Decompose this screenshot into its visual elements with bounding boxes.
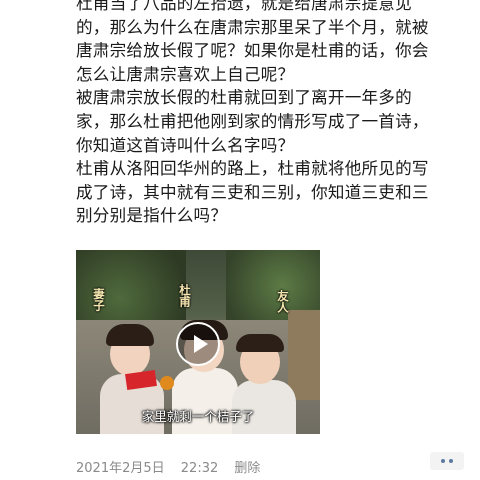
- video-label-wife: 妻子: [92, 288, 106, 311]
- orange-fruit: [160, 376, 174, 390]
- post-date: 2021年2月5日: [76, 461, 165, 476]
- video-subtitle: 家里就剩一个桔子了: [141, 409, 255, 424]
- more-button[interactable]: [430, 452, 464, 470]
- child-hair: [106, 324, 154, 346]
- video-thumbnail[interactable]: 妻子 杜甫 友人 家里就剩一个桔子了: [76, 250, 320, 434]
- post-meta: 2021年2月5日 22:32 删除: [76, 457, 272, 476]
- post-line: 被唐肃宗放长假的杜甫就回到了离开一年多的: [76, 88, 412, 108]
- delete-link[interactable]: 删除: [234, 461, 260, 476]
- post-line: 唐肃宗给放长假了呢？如果你是杜甫的话，你会: [76, 41, 429, 61]
- post-line: 杜甫当了八品的左拾遗，就是给唐肃宗提意见: [76, 0, 412, 13]
- post-line: 的，那么为什么在唐肃宗那里呆了半个月，就被: [76, 17, 429, 37]
- video-label-friend: 友人: [276, 290, 290, 313]
- more-dots-icon: [449, 459, 453, 463]
- post-line: 怎么让唐肃宗喜欢上自己呢？: [76, 64, 295, 84]
- child-hair: [236, 334, 284, 352]
- post-line: 成了诗，其中就有三吏和三别，你知道三吏和三: [76, 182, 429, 202]
- scene-door: [288, 310, 320, 400]
- post-time: 22:32: [180, 461, 219, 476]
- post-line: 别分别是指什么吗？: [76, 206, 228, 226]
- more-dots-icon: [441, 459, 445, 463]
- play-icon: [194, 335, 208, 353]
- post-line: 你知道这首诗叫什么名字吗？: [76, 135, 295, 155]
- video-label-dufu: 杜甫: [178, 284, 192, 307]
- post-line: 家，那么杜甫把他刚到家的情形写成了一首诗，: [76, 111, 429, 131]
- post-text: 杜甫当了八品的左拾遗，就是给唐肃宗提意见 的，那么为什么在唐肃宗那里呆了半个月，…: [76, 0, 480, 228]
- post-line: 杜甫从洛阳回华州的路上，杜甫就将他所见的写: [76, 159, 429, 179]
- play-button[interactable]: [176, 322, 220, 366]
